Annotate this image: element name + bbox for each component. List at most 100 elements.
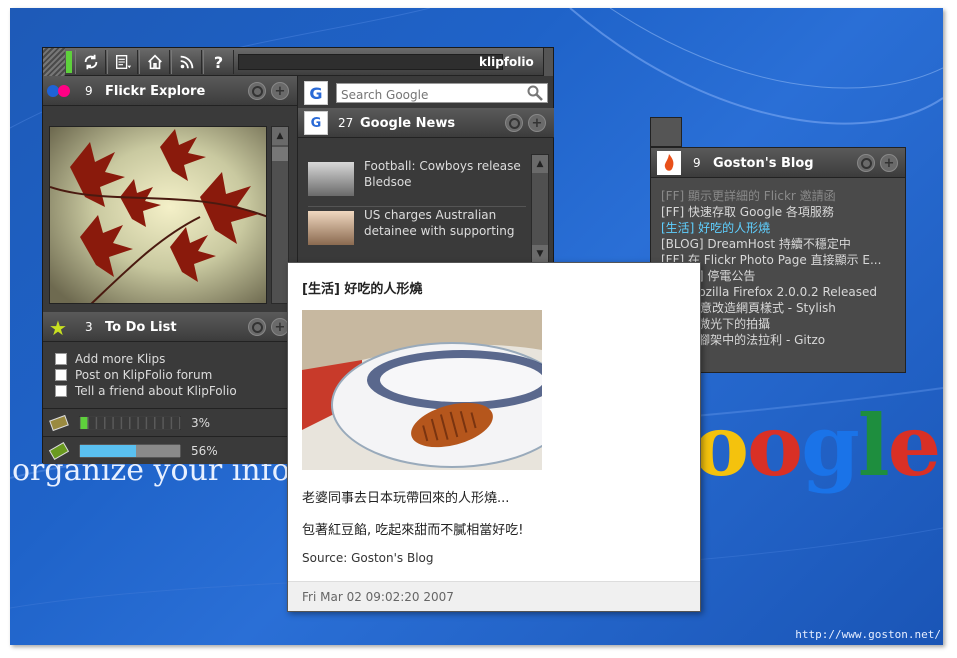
disk-percent: 56% bbox=[191, 444, 218, 458]
todo-checkbox[interactable] bbox=[55, 385, 67, 397]
cpu-chip-icon bbox=[49, 414, 69, 432]
scroll-up-icon[interactable]: ▲ bbox=[532, 155, 548, 173]
popup-date: Fri Mar 02 09:02:20 2007 bbox=[302, 590, 454, 604]
google-panel: G G 27 Google News + Football: Cowboys r… bbox=[297, 76, 554, 266]
cpu-meter-segment bbox=[155, 417, 163, 429]
cpu-meter-segment bbox=[147, 417, 154, 429]
flickr-klip-header[interactable]: 9 Flickr Explore + bbox=[43, 76, 298, 106]
todo-label: Tell a friend about KlipFolio bbox=[75, 384, 237, 398]
klipfolio-logo: klipfolio bbox=[479, 55, 534, 69]
news-count: 27 bbox=[338, 116, 354, 130]
help-button[interactable]: ? bbox=[203, 50, 234, 74]
todo-item[interactable]: Tell a friend about KlipFolio bbox=[55, 384, 237, 398]
google-logo: oogle bbox=[693, 396, 941, 495]
item-preview-popup[interactable]: [生活] 好吃的人形燒 老婆同事去日本玩帶回來的人形燒... 包著紅豆餡, 吃起… bbox=[287, 262, 701, 612]
todo-checkbox[interactable] bbox=[55, 369, 67, 381]
cpu-meter-row[interactable]: 3% bbox=[43, 408, 298, 436]
cpu-meter-segment bbox=[130, 417, 138, 429]
cpu-meter-segment bbox=[80, 417, 88, 429]
news-headline: Football: Cowboys release Bledsoe bbox=[364, 159, 521, 189]
todo-label: Post on KlipFolio forum bbox=[75, 368, 213, 382]
cpu-meter-segment bbox=[88, 417, 96, 429]
toolbar-scroll[interactable] bbox=[543, 48, 553, 76]
todo-label: Add more Klips bbox=[75, 352, 166, 366]
disk-meter-row[interactable]: 56% bbox=[43, 436, 298, 464]
popup-line-1: 老婆同事去日本玩帶回來的人形燒... bbox=[302, 491, 510, 506]
toolbar-gauge bbox=[238, 54, 503, 70]
popup-source[interactable]: Source: Goston's Blog bbox=[302, 551, 434, 565]
refresh-button[interactable] bbox=[75, 50, 106, 74]
cpu-meter-segment bbox=[122, 417, 129, 429]
magnifier-icon[interactable] bbox=[527, 85, 543, 101]
blog-title: Goston's Blog bbox=[713, 156, 814, 171]
blog-klip-header[interactable]: 9 Goston's Blog + bbox=[651, 148, 905, 178]
cpu-meter-segment bbox=[113, 417, 121, 429]
cpu-meter bbox=[79, 416, 181, 430]
help-icon: ? bbox=[213, 52, 224, 72]
cpu-meter-segment bbox=[105, 417, 113, 429]
klip-menu-icon bbox=[115, 55, 131, 69]
news-title: Google News bbox=[360, 116, 456, 131]
cpu-meter-segment bbox=[97, 417, 104, 429]
popup-image bbox=[302, 310, 542, 470]
todo-item[interactable]: Add more Klips bbox=[55, 352, 165, 366]
cpu-meter-segment bbox=[163, 417, 171, 429]
flickr-add-button[interactable]: + bbox=[271, 82, 289, 100]
rss-icon bbox=[180, 55, 193, 69]
news-thumbnail bbox=[308, 162, 354, 196]
news-add-button[interactable]: + bbox=[528, 114, 546, 132]
mini-dock-grip[interactable] bbox=[650, 117, 682, 147]
flickr-pink-dot-icon bbox=[58, 85, 70, 97]
news-headline: US charges Australian detainee with supp… bbox=[364, 208, 515, 238]
maple-leaves-image bbox=[50, 127, 266, 303]
status-indicator bbox=[66, 51, 72, 73]
cpu-percent: 3% bbox=[191, 416, 211, 430]
klip-menu-button[interactable] bbox=[107, 50, 138, 74]
todo-checkbox[interactable] bbox=[55, 353, 67, 365]
flickr-options-button[interactable] bbox=[248, 82, 266, 100]
drag-grip[interactable] bbox=[43, 48, 65, 76]
blog-item-selected[interactable]: [生活] 好吃的人形燒 bbox=[661, 220, 901, 236]
home-button[interactable] bbox=[139, 50, 170, 74]
flickr-photo[interactable] bbox=[49, 126, 267, 304]
scroll-up-icon[interactable]: ▲ bbox=[272, 127, 288, 145]
google-news-header[interactable]: G 27 Google News + bbox=[298, 108, 554, 138]
home-icon bbox=[147, 54, 162, 70]
news-options-button[interactable] bbox=[505, 114, 523, 132]
refresh-icon bbox=[84, 54, 97, 70]
blog-flame-icon bbox=[657, 151, 681, 175]
todo-count: 3 bbox=[85, 320, 93, 334]
flickr-title: Flickr Explore bbox=[105, 84, 206, 99]
news-scrollbar[interactable]: ▲ ▼ bbox=[531, 154, 549, 264]
google-search-icon: G bbox=[304, 81, 328, 105]
battery-icon bbox=[48, 441, 70, 461]
blog-item[interactable]: [FF] 快速存取 Google 各項服務 bbox=[661, 204, 901, 220]
rss-button[interactable] bbox=[171, 50, 202, 74]
cpu-meter-segment bbox=[172, 417, 179, 429]
todo-title: To Do List bbox=[105, 320, 177, 335]
disk-meter bbox=[79, 444, 181, 458]
scroll-down-icon[interactable]: ▼ bbox=[532, 245, 548, 263]
news-thumbnail bbox=[308, 211, 354, 245]
todo-options-button[interactable] bbox=[248, 318, 266, 336]
popup-footer: Fri Mar 02 09:02:20 2007 bbox=[288, 581, 700, 611]
news-item[interactable]: US charges Australian detainee with supp… bbox=[308, 206, 526, 252]
blog-options-button[interactable] bbox=[857, 154, 875, 172]
flickr-count: 9 bbox=[85, 84, 93, 98]
search-box[interactable] bbox=[336, 83, 548, 104]
scroll-thumb[interactable] bbox=[272, 147, 288, 161]
blog-item[interactable]: [FF] 顯示更詳細的 Flickr 邀請函 bbox=[661, 188, 901, 204]
todo-klip-header[interactable]: ★ 3 To Do List + bbox=[43, 312, 298, 342]
blog-count: 9 bbox=[693, 156, 701, 170]
todo-item[interactable]: Post on KlipFolio forum bbox=[55, 368, 212, 382]
taiyaki-photo bbox=[302, 310, 542, 470]
popup-line-2: 包著紅豆餡, 吃起來甜而不膩相當好吃! bbox=[302, 523, 524, 538]
news-item[interactable]: Football: Cowboys release Bledsoe bbox=[308, 158, 526, 204]
blog-add-button[interactable]: + bbox=[880, 154, 898, 172]
cpu-meter-segment bbox=[138, 417, 146, 429]
popup-title: [生活] 好吃的人形燒 bbox=[302, 282, 423, 297]
blog-item[interactable]: [BLOG] DreamHost 持續不穩定中 bbox=[661, 236, 901, 252]
google-news-icon: G bbox=[304, 111, 328, 135]
toolbar: ? klipfolio bbox=[43, 48, 553, 76]
search-input[interactable] bbox=[337, 86, 523, 104]
